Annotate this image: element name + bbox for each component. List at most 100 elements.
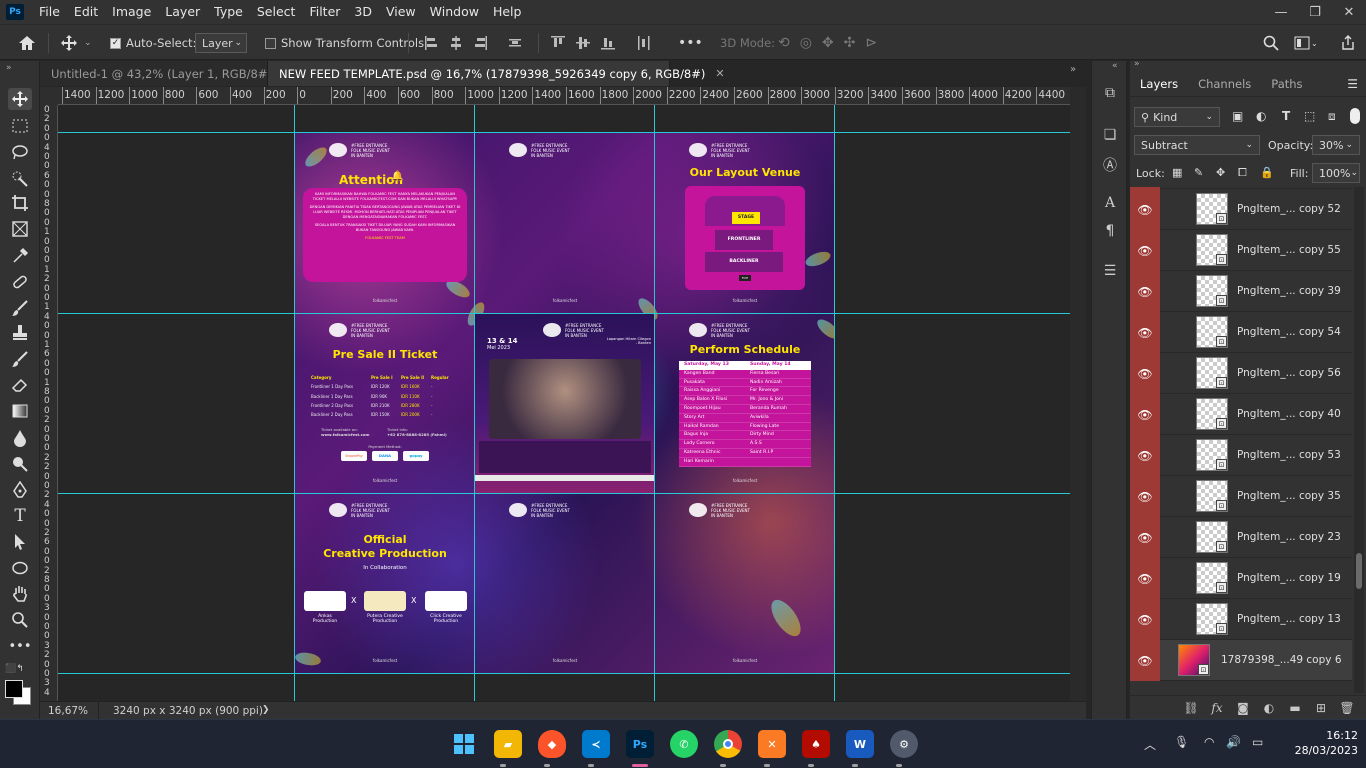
character-panel-icon[interactable]: A bbox=[1100, 193, 1120, 213]
layer-name[interactable]: PngItem_... copy 13 bbox=[1237, 599, 1341, 640]
eye-icon[interactable]: 👁 bbox=[1130, 435, 1160, 476]
chrome-icon[interactable] bbox=[714, 730, 742, 758]
ticket-post[interactable]: #FREE ENTRANCE FOLK MUSIC EVENT IN BANTEN … bbox=[295, 313, 475, 493]
new-layer-icon[interactable]: ⊞ bbox=[1308, 701, 1334, 715]
schedule-post[interactable]: #FREE ENTRANCE FOLK MUSIC EVENT IN BANTEN … bbox=[655, 313, 835, 493]
scrollbar-thumb[interactable] bbox=[1356, 553, 1362, 589]
brush-tool-icon[interactable] bbox=[8, 297, 32, 319]
transform-controls-checkbox[interactable] bbox=[265, 37, 276, 49]
layers-scrollbar[interactable] bbox=[1354, 187, 1364, 693]
crop-tool-icon[interactable] bbox=[8, 192, 32, 214]
start-icon[interactable] bbox=[450, 730, 478, 758]
history-panel-icon[interactable]: ⧉ bbox=[1100, 83, 1120, 103]
layer-name[interactable]: PngItem_... copy 53 bbox=[1237, 435, 1341, 476]
align-left-icon[interactable] bbox=[424, 35, 438, 51]
eye-icon[interactable]: 👁 bbox=[1130, 189, 1160, 230]
battery-icon[interactable]: ▭ bbox=[1252, 735, 1263, 749]
trash-icon[interactable]: 🗑 bbox=[1334, 701, 1360, 715]
menu-layer[interactable]: Layer bbox=[158, 0, 207, 24]
more-options-button[interactable]: ••• bbox=[678, 25, 703, 61]
fx-icon[interactable]: fx bbox=[1204, 701, 1230, 715]
zoom-level[interactable]: 16,67% bbox=[48, 705, 88, 717]
distribute-horizontal-icon[interactable] bbox=[637, 35, 651, 51]
volume-icon[interactable]: 🔊 bbox=[1226, 735, 1241, 749]
search-icon[interactable] bbox=[1263, 25, 1279, 61]
align-center-icon[interactable] bbox=[449, 35, 463, 51]
tab-layers[interactable]: Layers bbox=[1130, 71, 1188, 96]
share-icon[interactable] bbox=[1340, 25, 1356, 61]
guide-horizontal[interactable] bbox=[58, 493, 1070, 494]
menu-image[interactable]: Image bbox=[105, 0, 158, 24]
zoom-tool-icon[interactable] bbox=[8, 609, 32, 631]
layer-name[interactable]: PngItem_... copy 39 bbox=[1237, 271, 1341, 312]
guide-horizontal[interactable] bbox=[58, 132, 1070, 133]
minimize-button[interactable]: — bbox=[1264, 0, 1298, 24]
layer-row[interactable]: 👁 ⊡ PngItem_... copy 53 bbox=[1130, 435, 1352, 476]
photoshop-taskbar-icon[interactable]: Ps bbox=[626, 730, 654, 758]
layer-row[interactable]: 👁 ⊡ PngItem_... copy 40 bbox=[1130, 394, 1352, 435]
eye-icon[interactable]: 👁 bbox=[1130, 394, 1160, 435]
layer-name[interactable]: PngItem_... copy 40 bbox=[1237, 394, 1341, 435]
tabs-overflow-icon[interactable]: » bbox=[1070, 64, 1076, 75]
layer-name[interactable]: PngItem_... copy 56 bbox=[1237, 353, 1341, 394]
align-middle-icon[interactable] bbox=[576, 35, 590, 51]
auto-select-checkbox[interactable]: ✓ bbox=[110, 37, 121, 49]
lock-position-icon[interactable]: ✥ bbox=[1216, 166, 1225, 179]
adjustment-icon[interactable]: ◐ bbox=[1256, 701, 1282, 715]
blank-post-1[interactable]: #FREE ENTRANCE FOLK MUSIC EVENT IN BANTEN … bbox=[475, 133, 655, 313]
foreground-color-swatch[interactable] bbox=[5, 680, 23, 698]
layer-row[interactable]: 👁 ⊡ PngItem_... copy 39 bbox=[1130, 271, 1352, 312]
kind-filter-dropdown[interactable]: ⚲ Kind ⌄ bbox=[1134, 107, 1220, 127]
close-icon[interactable]: ✕ bbox=[715, 67, 724, 80]
collapse-icon[interactable]: « bbox=[1112, 61, 1118, 71]
canvas-area[interactable]: #FREE ENTRANCE FOLK MUSIC EVENT IN BANTEN … bbox=[58, 105, 1070, 701]
lock-pixels-icon[interactable]: ✎ bbox=[1194, 166, 1203, 179]
dodge-tool-icon[interactable] bbox=[8, 453, 32, 475]
restore-button[interactable]: ❐ bbox=[1298, 0, 1332, 24]
ellipse-tool-icon[interactable] bbox=[8, 557, 32, 579]
layer-row-selected[interactable]: 👁 ⊡ 17879398_...49 copy 6 bbox=[1130, 640, 1352, 681]
blank-post-3[interactable]: #FREE ENTRANCE FOLK MUSIC EVENT IN BANTEN … bbox=[655, 493, 835, 673]
menu-3d[interactable]: 3D bbox=[347, 0, 379, 24]
smart-object-filter-icon[interactable]: ⧈ bbox=[1328, 109, 1336, 124]
layer-name[interactable]: 17879398_...49 copy 6 bbox=[1221, 640, 1342, 681]
guide-horizontal[interactable] bbox=[58, 673, 1070, 674]
menu-edit[interactable]: Edit bbox=[67, 0, 105, 24]
layer-row[interactable]: 👁 ⊡ PngItem_... copy 52 bbox=[1130, 189, 1352, 230]
blank-post-2[interactable]: #FREE ENTRANCE FOLK MUSIC EVENT IN BANTEN … bbox=[475, 493, 655, 673]
tab-channels[interactable]: Channels bbox=[1188, 71, 1261, 96]
path-selection-tool-icon[interactable] bbox=[8, 531, 32, 553]
eye-icon[interactable]: 👁 bbox=[1130, 230, 1160, 271]
opacity-input[interactable]: 30% ⌄ bbox=[1312, 135, 1360, 155]
collapse-icon[interactable]: » bbox=[6, 63, 12, 73]
workspace-icon[interactable]: ⌄ bbox=[1294, 25, 1316, 61]
mask-icon[interactable]: ◙ bbox=[1230, 701, 1256, 715]
more-tools-icon[interactable]: ••• bbox=[8, 635, 32, 657]
menu-file[interactable]: File bbox=[32, 0, 67, 24]
adjustment-filter-icon[interactable]: ◐ bbox=[1256, 109, 1266, 123]
clock[interactable]: 16:12 28/03/2023 bbox=[1286, 728, 1358, 758]
tab-untitled-1[interactable]: Untitled-1 @ 43,2% (Layer 1, RGB/8#) * ✕ bbox=[40, 61, 301, 86]
eyedropper-tool-icon[interactable] bbox=[8, 245, 32, 267]
frame-tool-icon[interactable] bbox=[8, 218, 32, 240]
horizontal-ruler[interactable]: 1400 1200 1000 800 600 400 200 0 200 400 600 800 100… bbox=[58, 87, 1070, 105]
menu-type[interactable]: Type bbox=[207, 0, 250, 24]
blend-mode-dropdown[interactable]: Subtract ⌄ bbox=[1134, 135, 1260, 155]
status-menu-arrow[interactable]: ❯ bbox=[262, 705, 270, 715]
image-filter-icon[interactable]: ▣ bbox=[1232, 109, 1243, 123]
vertical-ruler[interactable]: 0200400600800100012001400160018002000220… bbox=[40, 105, 58, 701]
lock-all-icon[interactable]: 🔒 bbox=[1260, 166, 1274, 179]
canvas-vertical-scrollbar[interactable] bbox=[1070, 87, 1086, 701]
panel-menu-icon[interactable]: ☰ bbox=[1347, 71, 1366, 96]
vscode-icon[interactable]: ≺ bbox=[582, 730, 610, 758]
tab-new-feed-template[interactable]: NEW FEED TEMPLATE.psd @ 16,7% (17879398_… bbox=[268, 61, 725, 86]
guide-vertical[interactable] bbox=[834, 105, 835, 701]
layer-row[interactable]: 👁 ⊡ PngItem_... copy 13 bbox=[1130, 599, 1352, 640]
whatsapp-icon[interactable]: ✆ bbox=[670, 730, 698, 758]
chevron-down-icon[interactable]: ⌄ bbox=[84, 38, 92, 48]
align-right-icon[interactable] bbox=[474, 35, 488, 51]
eye-icon[interactable]: 👁 bbox=[1130, 271, 1160, 312]
eye-icon[interactable]: 👁 bbox=[1130, 517, 1160, 558]
move-tool-icon[interactable]: ⌄ bbox=[60, 25, 92, 61]
history-brush-tool-icon[interactable] bbox=[8, 348, 32, 370]
